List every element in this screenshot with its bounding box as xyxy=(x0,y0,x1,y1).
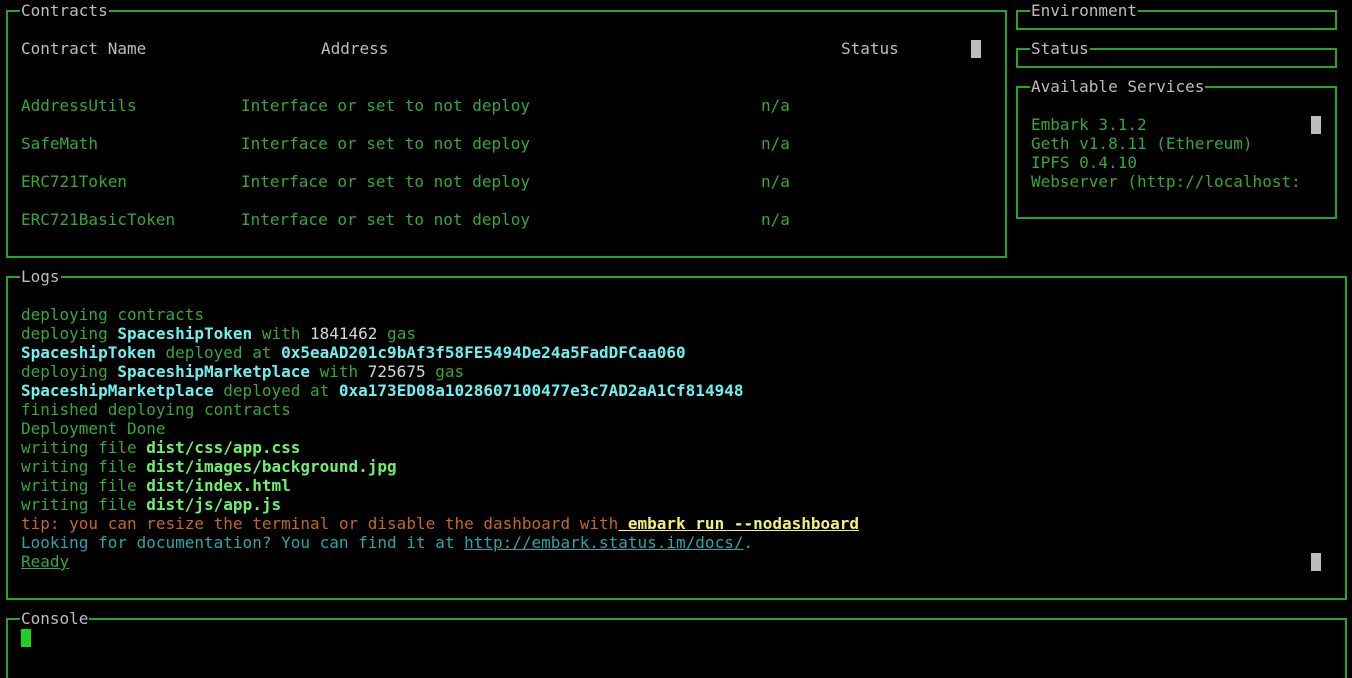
log-segment: 0xa173ED08a1028607100477e3c7AD2aA1Cf8149… xyxy=(338,381,744,400)
log-segment: with xyxy=(309,362,368,381)
log-line: writing file dist/images/background.jpg xyxy=(21,457,859,476)
status-header: Status xyxy=(841,39,899,58)
contract-name: ERC721BasicToken xyxy=(21,210,176,229)
environment-panel: Environment xyxy=(1016,1,1337,30)
log-segment: 1841462 xyxy=(309,324,378,343)
log-segment: dist/css/app.css xyxy=(146,438,301,457)
contract-status: n/a xyxy=(761,134,790,153)
log-line: deploying contracts xyxy=(21,305,859,324)
log-list: deploying contracts deploying SpaceshipTo… xyxy=(21,305,859,571)
log-segment: SpaceshipToken xyxy=(21,343,156,362)
log-line: writing file dist/js/app.js xyxy=(21,495,859,514)
log-segment[interactable]: http://embark.status.im/docs/ xyxy=(464,533,743,552)
log-segment: dist/images/background.jpg xyxy=(146,457,397,476)
log-segment: deploying contracts xyxy=(21,305,205,324)
log-line: Looking for documentation? You can find … xyxy=(21,533,859,552)
log-line: SpaceshipToken deployed at 0x5eaAD201c9b… xyxy=(21,343,859,362)
service-item: Geth v1.8.11 (Ethereum) xyxy=(1031,134,1253,153)
contracts-scrollbar[interactable] xyxy=(971,40,981,58)
log-line: Ready xyxy=(21,552,859,571)
services-panel: Available Services Embark 3.1.2 Geth v1.… xyxy=(1016,77,1337,219)
log-segment: . xyxy=(743,533,754,552)
contract-address: Interface or set to not deploy xyxy=(241,210,530,229)
log-line: finished deploying contracts xyxy=(21,400,859,419)
service-item: Embark 3.1.2 xyxy=(1031,115,1147,134)
service-item: Webserver (http://localhost: xyxy=(1031,172,1301,191)
logs-scrollbar[interactable] xyxy=(1311,553,1321,571)
log-segment: Looking for documentation? You can find … xyxy=(21,533,465,552)
log-segment[interactable]: Ready xyxy=(21,552,69,571)
log-segment: with xyxy=(252,324,310,343)
log-segment: Deployment Done xyxy=(21,419,166,438)
console-input[interactable] xyxy=(21,628,1321,647)
status-panel: Status xyxy=(1016,39,1337,68)
environment-panel-title: Environment xyxy=(1030,1,1138,20)
log-segment: gas xyxy=(425,362,465,381)
contract-name: ERC721Token xyxy=(21,172,127,191)
log-segment: dist/index.html xyxy=(146,476,291,495)
log-segment: 725675 xyxy=(367,362,426,381)
services-scrollbar[interactable] xyxy=(1311,116,1321,134)
contract-address: Interface or set to not deploy xyxy=(241,96,530,115)
log-line: Deployment Done xyxy=(21,419,859,438)
log-segment: SpaceshipMarketplace xyxy=(117,362,310,381)
services-panel-title: Available Services xyxy=(1030,77,1206,96)
log-segment: 0x5eaAD201c9bAf3f58FE5494De24a5FadDFCaa0… xyxy=(281,343,686,362)
log-segment: writing file xyxy=(21,476,147,495)
contracts-panel: Contracts Contract Name Address Status A… xyxy=(6,1,1007,258)
log-line: SpaceshipMarketplace deployed at 0xa173E… xyxy=(21,381,859,400)
log-segment: gas xyxy=(377,324,416,343)
log-segment[interactable]: embark run --nodashboard xyxy=(618,514,859,533)
log-segment: writing file xyxy=(21,457,147,476)
log-segment: writing file xyxy=(21,438,147,457)
contract-status: n/a xyxy=(761,210,790,229)
contract-address: Interface or set to not deploy xyxy=(241,134,530,153)
log-line: writing file dist/index.html xyxy=(21,476,859,495)
log-segment: SpaceshipToken xyxy=(117,324,253,343)
service-item: IPFS 0.4.10 xyxy=(1031,153,1137,172)
address-header: Address xyxy=(321,39,389,58)
logs-panel: Logs deploying contracts deploying Spaces… xyxy=(6,267,1347,600)
log-segment: deployed at xyxy=(213,381,339,400)
logs-panel-title: Logs xyxy=(20,267,61,286)
contract-name: AddressUtils xyxy=(21,96,137,115)
log-line: deploying SpaceshipToken with 1841462 ga… xyxy=(21,324,859,343)
log-segment: dist/js/app.js xyxy=(146,495,282,514)
contract-status: n/a xyxy=(761,96,790,115)
log-line: tip: you can resize the terminal or disa… xyxy=(21,514,859,533)
contract-name: SafeMath xyxy=(21,134,99,153)
log-segment: deploying xyxy=(21,324,118,343)
log-line: deploying SpaceshipMarketplace with 7256… xyxy=(21,362,859,381)
status-panel-title: Status xyxy=(1030,39,1090,58)
log-segment: finished deploying contracts xyxy=(21,400,291,419)
log-segment: deployed at xyxy=(155,343,282,362)
contract-status: n/a xyxy=(761,172,790,191)
log-segment: SpaceshipMarketplace xyxy=(21,381,214,400)
log-segment: writing file xyxy=(21,495,147,514)
contract-name-header: Contract Name xyxy=(21,39,147,58)
log-segment: tip: you can resize the terminal or disa… xyxy=(21,514,619,533)
contracts-panel-title: Contracts xyxy=(20,1,109,20)
contract-address: Interface or set to not deploy xyxy=(241,172,530,191)
console-panel-title: Console xyxy=(20,609,90,628)
log-segment: deploying xyxy=(21,362,118,381)
log-line: writing file dist/css/app.css xyxy=(21,438,859,457)
console-cursor xyxy=(21,629,31,647)
console-panel: Console xyxy=(6,609,1347,678)
